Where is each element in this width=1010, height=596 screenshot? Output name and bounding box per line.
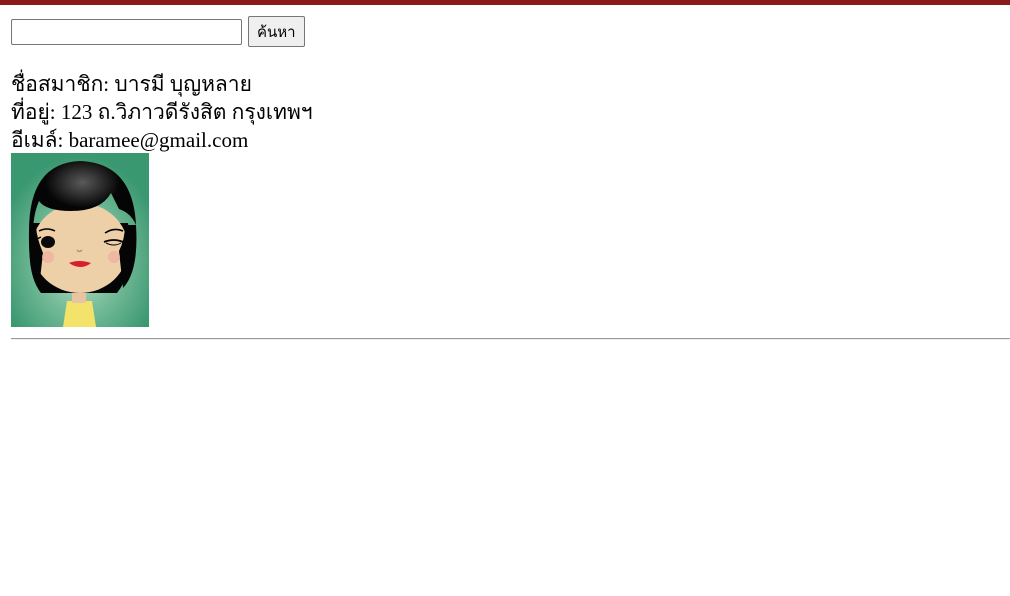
cartoon-girl-avatar-icon bbox=[11, 153, 149, 327]
member-address-value: 123 ถ.วิภาวดีรังสิต กรุงเทพฯ bbox=[60, 100, 313, 124]
member-address-line: ที่อยู่: 123 ถ.วิภาวดีรังสิต กรุงเทพฯ bbox=[11, 98, 313, 126]
member-name-line: ชื่อสมาชิก: บารมี บุญหลาย bbox=[11, 70, 313, 98]
member-email-line: อีเมล์: baramee@gmail.com bbox=[11, 126, 313, 154]
member-email-label: อีเมล์: bbox=[11, 128, 69, 152]
member-info: ชื่อสมาชิก: บารมี บุญหลาย ที่อยู่: 123 ถ… bbox=[11, 70, 313, 154]
search-button[interactable]: ค้นหา bbox=[248, 16, 305, 47]
member-name-value: บารมี บุญหลาย bbox=[114, 72, 252, 96]
search-input[interactable] bbox=[11, 18, 242, 45]
member-email-value: baramee@gmail.com bbox=[68, 128, 249, 152]
top-accent-bar bbox=[0, 0, 1010, 5]
search-bar: ค้นหา bbox=[11, 16, 305, 47]
member-name-label: ชื่อสมาชิก: bbox=[11, 72, 115, 96]
section-divider bbox=[11, 338, 1010, 340]
avatar bbox=[11, 153, 149, 327]
member-address-label: ที่อยู่: bbox=[11, 100, 61, 124]
